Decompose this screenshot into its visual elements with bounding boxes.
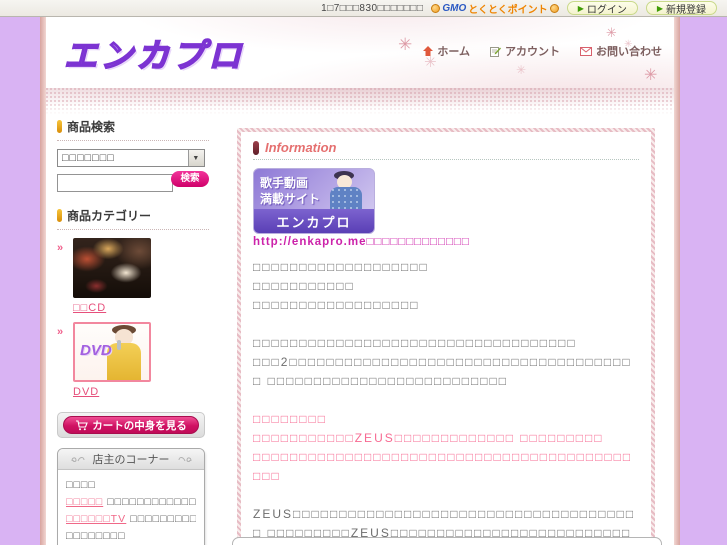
- heading-bar-icon: [57, 209, 62, 222]
- paragraph-1-line: □□□□□□□□□□□: [253, 279, 355, 293]
- chevron-down-icon: ▼: [192, 154, 201, 162]
- page-container: エンカプロ ✳ ✳ ✳ ✳ ✳ ✳ ホーム アカウント お問い合わせ 商品検索 …: [40, 17, 680, 545]
- owner-link-1[interactable]: □□□□□: [66, 496, 103, 508]
- home-icon: [423, 46, 434, 56]
- register-button-label: 新規登録: [666, 4, 706, 16]
- search-section-heading: 商品検索: [57, 118, 209, 141]
- paragraph-1: □□□□□□□□□□□□□□□□□□□ □□□□□□□□□□□ □□□□□□□□…: [253, 258, 639, 315]
- nav-account[interactable]: アカウント: [490, 43, 560, 59]
- nav-account-label: アカウント: [505, 46, 560, 58]
- header-nav: ホーム アカウント お問い合わせ: [423, 43, 662, 59]
- tokutoku-point-text: とくとくポイント: [468, 4, 548, 16]
- paragraph-1-line: □□□□□□□□□□□□□□□□□□□: [253, 260, 429, 274]
- search-button[interactable]: 検索: [171, 171, 209, 187]
- banner-text-line1: 歌手動画: [260, 176, 309, 190]
- category-section-title: 商品カテゴリー: [67, 209, 152, 223]
- paragraph-1-line: □□□□□□□□□□□□□□□□□□: [253, 298, 420, 312]
- coin-icon: [431, 3, 441, 13]
- category-section-heading: 商品カテゴリー: [57, 207, 209, 230]
- double-chevron-icon: »: [57, 242, 64, 254]
- information-title: Information: [265, 140, 337, 155]
- owner-corner-body: □□□□ □□□□□ □□□□□□□□□□□□□ □□□□□□TV □□□□□□…: [58, 470, 204, 545]
- dvd-image-text: DVD: [80, 342, 112, 359]
- search-section-title: 商品検索: [67, 120, 116, 134]
- category-section: 商品カテゴリー » □□CD » DVD DVD: [57, 207, 209, 400]
- paragraph-3: □□□□□□□□ □□□□□□□□□□□ZEUS□□□□□□□□□□□□□ □□…: [253, 410, 639, 486]
- owner-text-line: □□□□□□□□: [66, 530, 126, 542]
- search-row: 検索: [57, 171, 209, 193]
- paragraph-3-line: □□□□□□□□□□□□□□□□□□□□□□□□□□□□□□□□□□□□□□□□…: [253, 450, 633, 483]
- site-logo[interactable]: エンカプロ: [63, 29, 244, 77]
- sparkle-icon: ✳: [606, 25, 617, 40]
- owner-corner-box: 店主のコーナー □□□□ □□□□□ □□□□□□□□□□□□□ □□□□□□T…: [57, 448, 205, 545]
- mail-icon: [580, 46, 592, 56]
- register-button[interactable]: ▶ 新規登録: [645, 1, 717, 16]
- cd-category-image[interactable]: [73, 238, 151, 298]
- account-icon: [490, 46, 501, 57]
- nav-home-label: ホーム: [437, 46, 470, 58]
- login-button-label: ログイン: [586, 4, 627, 16]
- sparkle-icon: ✳: [398, 35, 413, 54]
- sparkle-icon: ✳: [644, 67, 658, 84]
- owner-text-line: □□□□: [66, 479, 96, 491]
- enkapro-banner[interactable]: 歌手動画 満載サイト エンカプロ: [253, 168, 375, 234]
- dvd-category-image[interactable]: DVD: [73, 322, 151, 382]
- owner-corner-title: 店主のコーナー: [92, 454, 170, 466]
- arrow-icon: ▶: [577, 3, 584, 13]
- search-input[interactable]: [57, 174, 173, 192]
- paragraph-2-line: □□□□□□□□□□□□□□□□□□□□□□□□□□□□□□□□□□□: [253, 336, 577, 350]
- double-chevron-icon: »: [57, 326, 64, 338]
- paragraph-3-line: □□□□□□□□: [253, 412, 327, 426]
- page-border-right: [674, 17, 680, 545]
- figure-kimono: [107, 343, 141, 380]
- scroll-curl-icon: [178, 457, 191, 462]
- owner-corner-header: 店主のコーナー: [58, 449, 204, 470]
- arrow-icon: ▶: [656, 3, 663, 13]
- search-category-select[interactable]: □□□□□□□ ▼: [57, 149, 205, 167]
- nav-contact-label: お問い合わせ: [596, 46, 662, 58]
- microphone-icon: [117, 340, 121, 350]
- sidebar: 商品検索 □□□□□□□ ▼ 検索 商品カテゴリー » □□CD » DVD D…: [57, 118, 209, 545]
- category-item-dvd: » DVD DVD: [57, 322, 209, 400]
- cart-button-panel: カートの中身を見る: [57, 412, 205, 438]
- owner-link-2[interactable]: □□□□□□TV: [66, 513, 126, 525]
- paragraph-2: □□□□□□□□□□□□□□□□□□□□□□□□□□□□□□□□□□□ □□□2…: [253, 334, 639, 391]
- page-border-left: [40, 17, 46, 545]
- cart-icon: [76, 419, 89, 430]
- gmo-logo-text: GMO: [442, 2, 467, 14]
- information-panel-inner: Information 歌手動画 満載サイト エンカプロ http://enka…: [241, 132, 651, 545]
- information-heading: Information: [253, 140, 639, 160]
- view-cart-button-label: カートの中身を見る: [92, 419, 187, 432]
- paragraph-2-line: □□□2□□□□□□□□□□□□□□□□□□□□□□□□□□□□□□□□□□□□…: [253, 355, 632, 388]
- search-category-selected-value: □□□□□□□: [62, 152, 115, 164]
- banner-logo-text: エンカプロ: [254, 209, 374, 233]
- next-section-box: [232, 537, 662, 545]
- dvd-category-link[interactable]: DVD: [73, 386, 99, 398]
- dropdown-button[interactable]: ▼: [188, 150, 204, 166]
- login-button[interactable]: ▶ ログイン: [566, 1, 638, 16]
- site-header: エンカプロ ✳ ✳ ✳ ✳ ✳ ✳ ホーム アカウント お問い合わせ: [46, 17, 674, 88]
- nav-contact[interactable]: お問い合わせ: [580, 43, 662, 59]
- heading-bar-icon: [253, 140, 259, 155]
- cd-category-link[interactable]: □□CD: [73, 302, 106, 314]
- owner-text-line: □□□□□□TV □□□□□□□□□□□□: [66, 511, 196, 528]
- sparkle-icon: ✳: [516, 63, 527, 77]
- banner-text-line2: 満載サイト: [260, 192, 321, 206]
- decorative-wave-band: [46, 88, 674, 116]
- heading-bar-icon: [57, 120, 62, 133]
- owner-text: □□□□□□□□□□□□□: [103, 496, 196, 508]
- scroll-curl-icon: [71, 457, 84, 462]
- gmo-tokutoku-point-logo[interactable]: GMO とくとくポイント: [431, 1, 559, 16]
- paragraph-3-line: □□□□□□□□□□□ZEUS□□□□□□□□□□□□□ □□□□□□□□□: [253, 431, 604, 445]
- view-cart-button[interactable]: カートの中身を見る: [63, 416, 199, 434]
- enkapro-url-link[interactable]: http://enkapro.me□□□□□□□□□□□□□: [253, 236, 639, 248]
- category-item-cd: » □□CD: [57, 238, 209, 316]
- information-panel: Information 歌手動画 満載サイト エンカプロ http://enka…: [237, 128, 655, 545]
- nav-home[interactable]: ホーム: [423, 43, 470, 59]
- coin-icon: [549, 3, 559, 13]
- owner-text-line: □□□□□ □□□□□□□□□□□□□: [66, 494, 196, 511]
- top-utility-bar: 1□7□□□830□□□□□□□ GMO とくとくポイント ▶ ログイン ▶ 新…: [0, 0, 727, 17]
- owner-text: □□□□□□□□□□□□: [130, 513, 196, 525]
- points-promo-text: 1□7□□□830□□□□□□□: [321, 2, 424, 14]
